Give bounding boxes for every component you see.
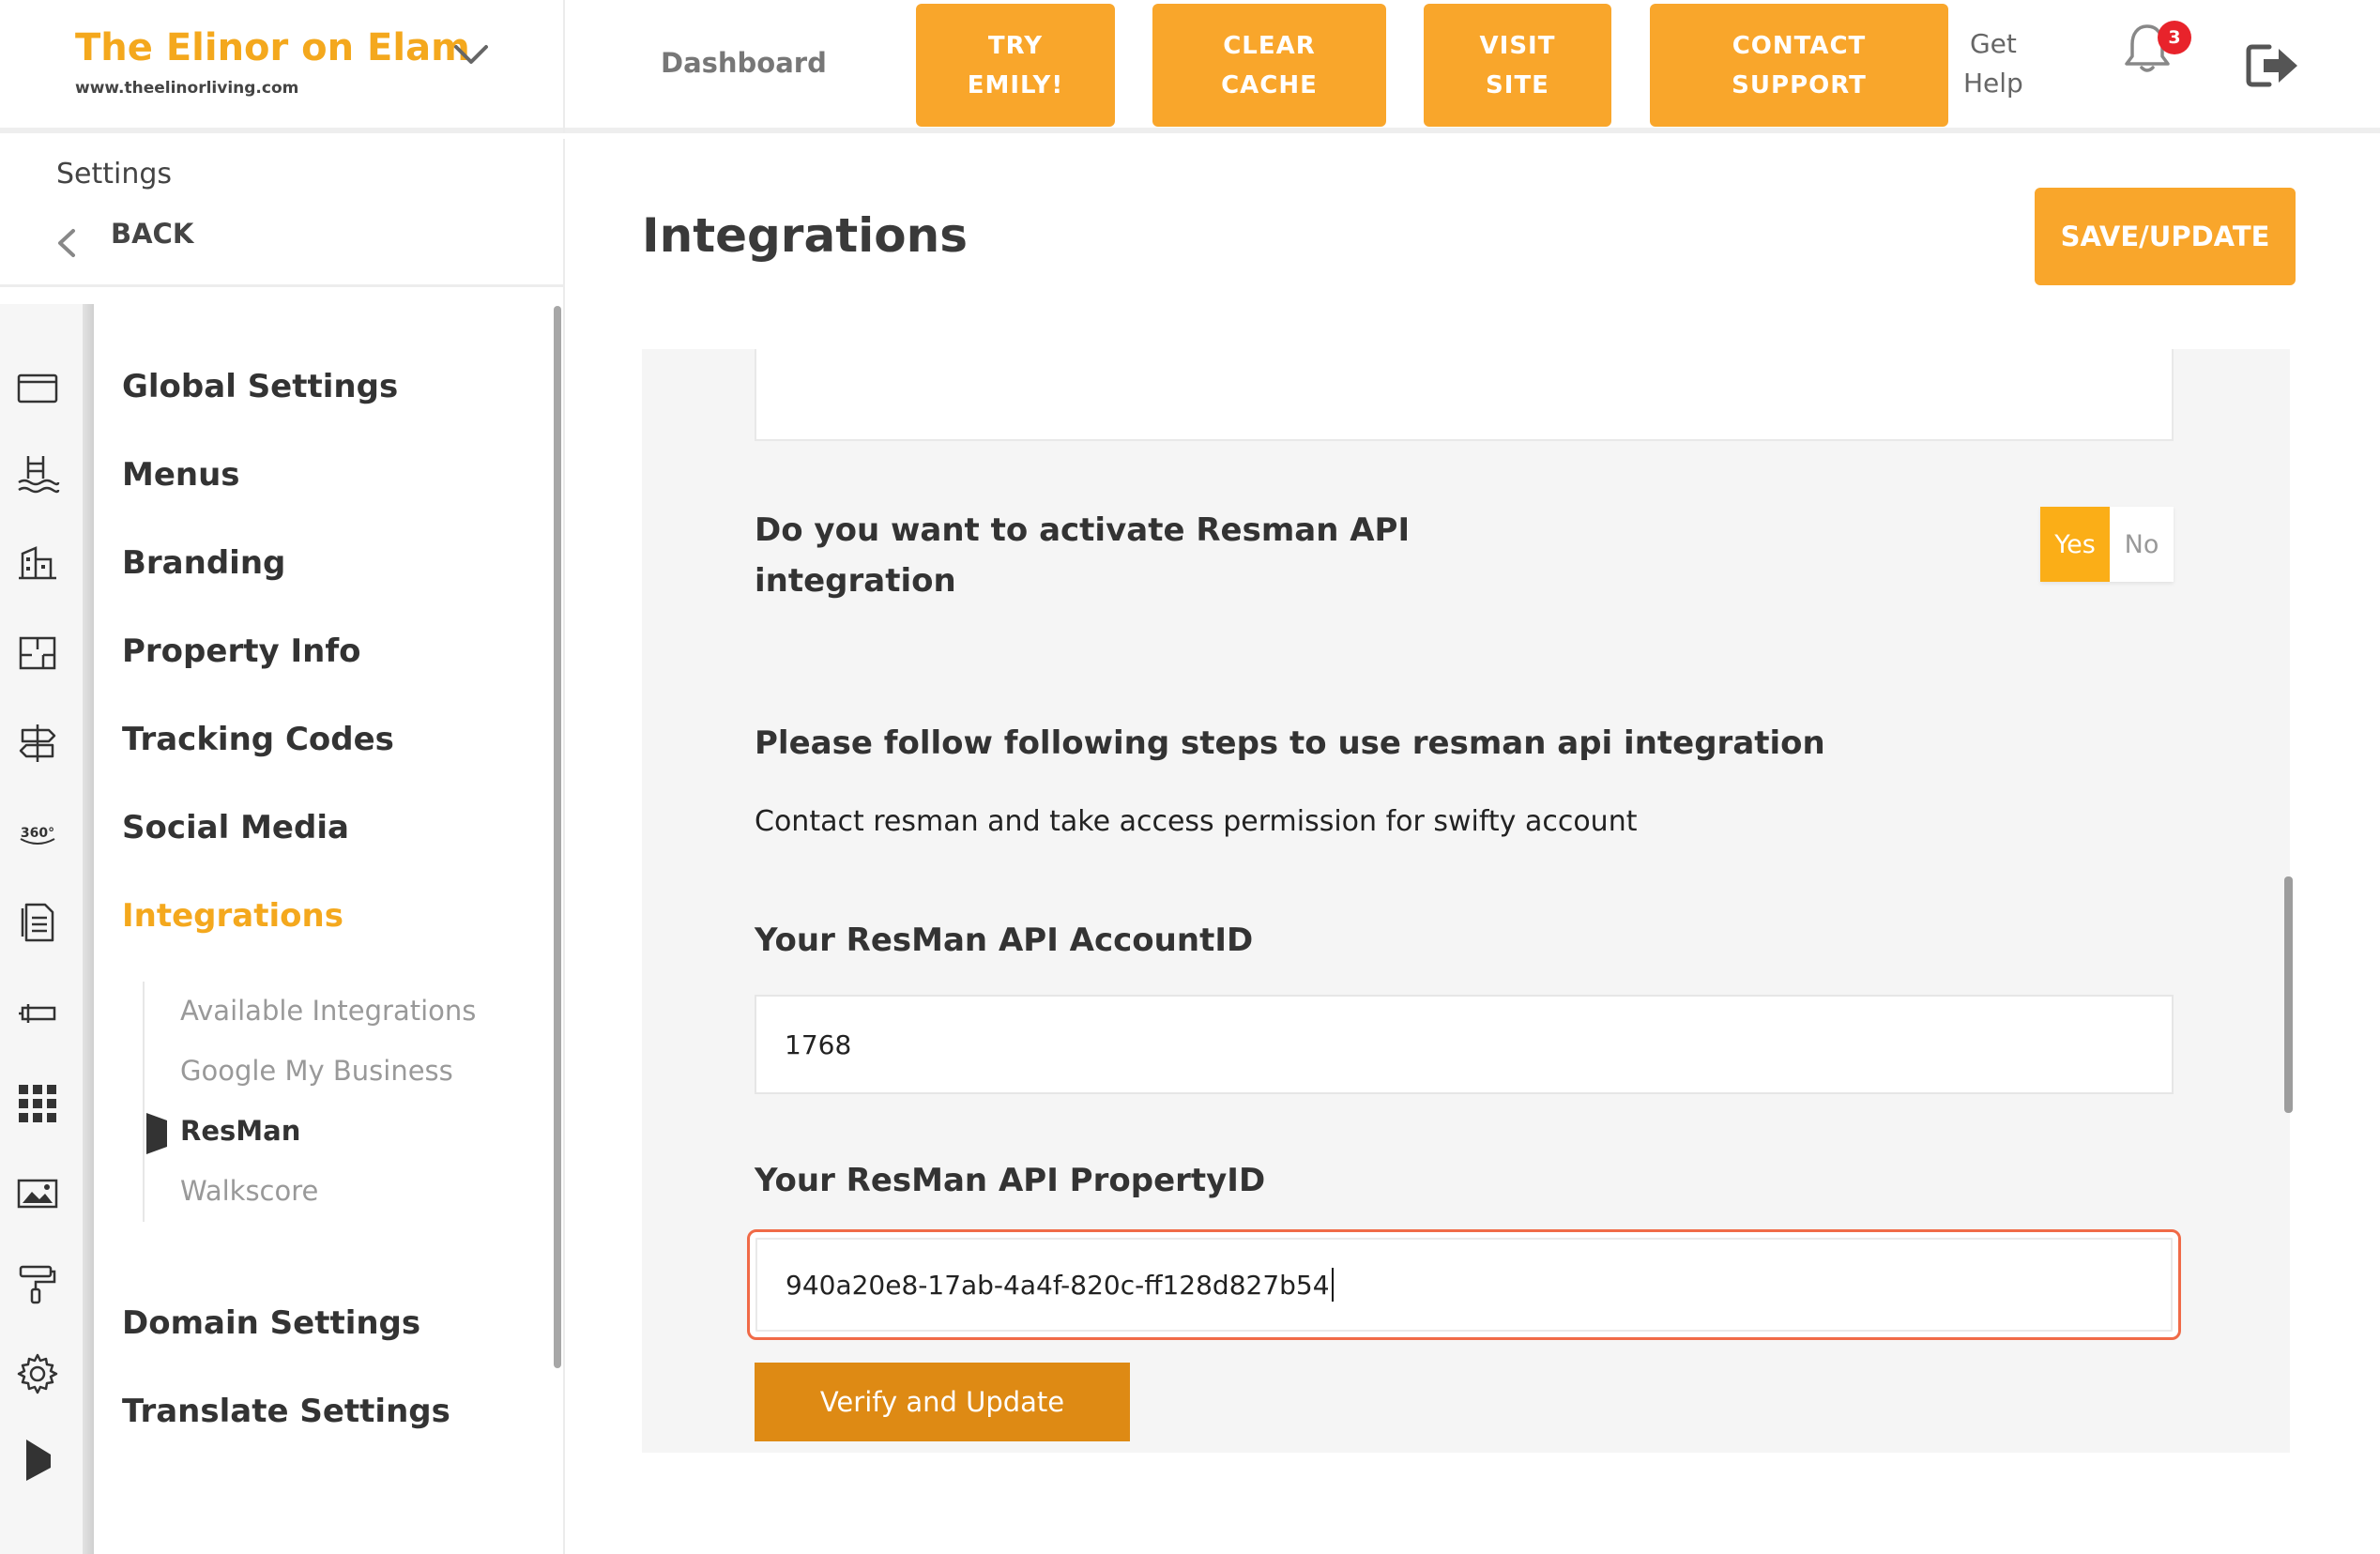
steps-heading: Please follow following steps to use res… bbox=[755, 724, 1825, 762]
menu-property-info[interactable]: Property Info bbox=[122, 632, 360, 670]
account-id-input[interactable]: 1768 bbox=[755, 995, 2174, 1094]
menu-menus[interactable]: Menus bbox=[122, 456, 240, 494]
activate-toggle[interactable]: Yes No bbox=[2040, 507, 2174, 582]
signpost-icon[interactable] bbox=[15, 721, 60, 766]
menu-tracking-codes[interactable]: Tracking Codes bbox=[122, 721, 394, 758]
app-root: The Elinor on Elam www.theelinorliving.c… bbox=[0, 0, 2380, 1554]
menu-domain-settings[interactable]: Domain Settings bbox=[122, 1304, 420, 1342]
content-scrollbar[interactable] bbox=[2284, 876, 2293, 1113]
menu-integrations[interactable]: Integrations bbox=[122, 897, 343, 935]
get-help-link[interactable]: Get Help bbox=[1963, 24, 2023, 103]
paint-roller-icon[interactable] bbox=[15, 1261, 60, 1306]
save-update-button[interactable]: SAVE/UPDATE bbox=[2035, 188, 2296, 285]
steps-description: Contact resman and take access permissio… bbox=[755, 805, 1638, 838]
360-view-icon[interactable]: 360° bbox=[15, 811, 60, 856]
contact-support-button[interactable]: CONTACT SUPPORT bbox=[1650, 4, 1948, 127]
pool-icon[interactable] bbox=[15, 450, 60, 495]
try-emily-button[interactable]: TRY EMILY! bbox=[916, 4, 1115, 127]
contact-support-button-line2: SUPPORT bbox=[1732, 70, 1867, 99]
toggle-no-option[interactable]: No bbox=[2110, 507, 2174, 582]
visit-site-button[interactable]: VISIT SITE bbox=[1424, 4, 1611, 127]
dashboard-link[interactable]: Dashboard bbox=[661, 47, 827, 79]
verify-and-update-button[interactable]: Verify and Update bbox=[755, 1363, 1130, 1441]
property-id-input[interactable]: 940a20e8-17ab-4a4f-820c-ff128d827b54 bbox=[747, 1229, 2181, 1340]
browser-window-icon[interactable] bbox=[15, 366, 60, 411]
current-item-marker-icon bbox=[146, 1113, 167, 1154]
submenu-available-integrations[interactable]: Available Integrations bbox=[180, 995, 476, 1027]
property-id-label: Your ResMan API PropertyID bbox=[755, 1162, 1266, 1199]
integration-form-card: Do you want to activate Resman API integ… bbox=[642, 349, 2290, 1453]
svg-text:360°: 360° bbox=[21, 826, 54, 841]
try-emily-button-line2: EMILY! bbox=[967, 70, 1064, 99]
toggle-yes-option[interactable]: Yes bbox=[2040, 507, 2110, 582]
submenu-google-my-business[interactable]: Google My Business bbox=[180, 1055, 453, 1087]
gear-icon[interactable] bbox=[15, 1351, 60, 1396]
flag-icon[interactable] bbox=[15, 1438, 60, 1483]
submenu-walkscore[interactable]: Walkscore bbox=[180, 1175, 318, 1207]
building-icon[interactable] bbox=[15, 541, 60, 586]
property-switcher[interactable]: The Elinor on Elam www.theelinorliving.c… bbox=[0, 0, 565, 133]
clear-cache-button-line1: CLEAR bbox=[1223, 31, 1316, 60]
get-help-line2: Help bbox=[1963, 68, 2023, 99]
icon-rail-edge bbox=[83, 304, 94, 1554]
submenu-resman[interactable]: ResMan bbox=[180, 1115, 300, 1147]
top-header: The Elinor on Elam www.theelinorliving.c… bbox=[0, 0, 2380, 133]
document-icon[interactable] bbox=[15, 899, 60, 944]
back-button[interactable]: BACK bbox=[111, 218, 193, 250]
visit-site-button-line1: VISIT bbox=[1479, 31, 1556, 60]
grid-apps-icon[interactable] bbox=[15, 1081, 60, 1126]
settings-title: Settings bbox=[56, 158, 173, 190]
menu-translate-settings[interactable]: Translate Settings bbox=[122, 1393, 450, 1430]
menu-global-settings[interactable]: Global Settings bbox=[122, 368, 398, 405]
property-name: The Elinor on Elam bbox=[75, 26, 470, 69]
notification-count-badge: 3 bbox=[2158, 21, 2191, 54]
page-title: Integrations bbox=[642, 208, 968, 263]
activate-question-label: Do you want to activate Resman API integ… bbox=[755, 511, 1411, 600]
menu-branding[interactable]: Branding bbox=[122, 544, 285, 582]
logout-icon[interactable] bbox=[2245, 41, 2301, 90]
clear-cache-button-line2: CACHE bbox=[1221, 70, 1318, 99]
account-id-label: Your ResMan API AccountID bbox=[755, 922, 1254, 959]
pen-tool-icon[interactable] bbox=[15, 991, 60, 1036]
text-caret bbox=[1331, 1268, 1334, 1302]
account-id-value: 1768 bbox=[785, 1028, 852, 1060]
floorplan-icon[interactable] bbox=[15, 631, 60, 676]
settings-header: Settings BACK bbox=[0, 139, 563, 287]
back-arrow-icon[interactable] bbox=[54, 227, 79, 259]
property-url: www.theelinorliving.com bbox=[75, 79, 299, 98]
settings-sidebar: Settings BACK 360° Global Settings Menus… bbox=[0, 139, 565, 1554]
image-icon[interactable] bbox=[15, 1171, 60, 1216]
sidebar-scrollbar[interactable] bbox=[554, 306, 561, 1368]
try-emily-button-line1: TRY bbox=[987, 31, 1044, 60]
contact-support-button-line1: CONTACT bbox=[1732, 31, 1867, 60]
chevron-down-icon[interactable] bbox=[452, 41, 490, 68]
submenu-guide-line bbox=[143, 982, 145, 1222]
property-id-value: 940a20e8-17ab-4a4f-820c-ff128d827b54 bbox=[786, 1269, 1330, 1301]
visit-site-button-line2: SITE bbox=[1486, 70, 1549, 99]
clear-cache-button[interactable]: CLEAR CACHE bbox=[1152, 4, 1386, 127]
menu-social-media[interactable]: Social Media bbox=[122, 809, 349, 846]
previous-field-input[interactable] bbox=[755, 349, 2174, 441]
get-help-line1: Get bbox=[1969, 28, 2017, 59]
